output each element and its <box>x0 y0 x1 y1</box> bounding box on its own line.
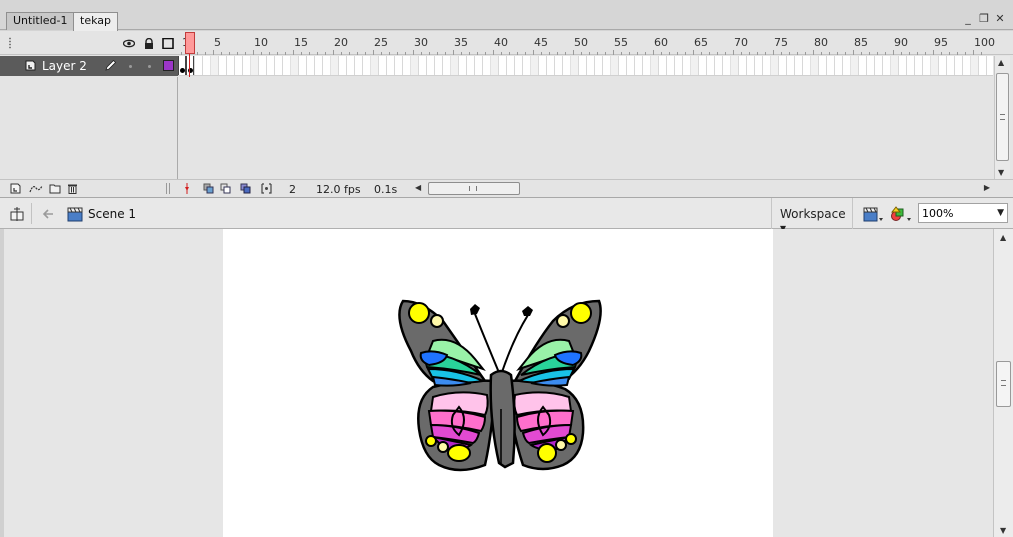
right-antenna-tip <box>522 306 533 316</box>
ruler-label-10: 10 <box>254 36 268 49</box>
scene-label[interactable]: Scene 1 <box>88 207 136 221</box>
divider-grip[interactable] <box>166 183 170 194</box>
ruler-label-40: 40 <box>494 36 508 49</box>
ruler-label-20: 20 <box>334 36 348 49</box>
elapsed-time-readout: 0.1s <box>374 183 398 196</box>
ruler-label-85: 85 <box>854 36 868 49</box>
layer-frames[interactable] <box>178 56 993 76</box>
edit-bar: Scene 1 Workspace ▾ ▼ <box>0 197 1013 235</box>
edit-scene-icon[interactable] <box>863 206 885 222</box>
stage-vertical-scrollbar[interactable]: ▲ ▼ <box>993 229 1013 537</box>
work-area <box>4 229 993 537</box>
ruler-label-70: 70 <box>734 36 748 49</box>
current-frame-readout: 2 <box>289 183 296 196</box>
ruler-label-15: 15 <box>294 36 308 49</box>
edit-multiple-frames-icon[interactable] <box>240 183 251 194</box>
scroll-down-icon[interactable]: ▼ <box>1000 526 1006 535</box>
edit-symbols-icon[interactable] <box>890 206 914 222</box>
layer-outline-color-swatch[interactable] <box>163 60 174 71</box>
playhead-handle[interactable] <box>185 32 195 54</box>
pencil-icon <box>105 59 117 71</box>
ruler-label-80: 80 <box>814 36 828 49</box>
left-antenna-tip <box>470 304 480 315</box>
butterfly-artwork[interactable] <box>223 229 773 537</box>
ruler-label-25: 25 <box>374 36 388 49</box>
timeline-footer: 2 12.0 fps 0.1s ◀ ▶ <box>0 179 1013 197</box>
timeline-header: 1510152025303540455055606570758085909510… <box>0 31 1013 55</box>
ruler-label-60: 60 <box>654 36 668 49</box>
timeline-horizontal-scrollbar[interactable]: ◀ ▶ <box>414 182 992 196</box>
outline-icon[interactable] <box>162 38 174 49</box>
h-scroll-thumb[interactable] <box>428 182 520 195</box>
scroll-left-icon[interactable]: ◀ <box>415 183 421 192</box>
ruler-label-30: 30 <box>414 36 428 49</box>
motion-guide-icon[interactable] <box>29 183 43 194</box>
timeline-vertical-scrollbar[interactable]: ▲ ▼ <box>994 56 1010 179</box>
chevron-down-icon[interactable]: ▼ <box>997 208 1004 218</box>
layers-list-empty <box>0 77 178 179</box>
layer-name[interactable]: Layer 2 <box>42 59 87 73</box>
eye-icon[interactable] <box>123 38 135 49</box>
ruler-label-5: 5 <box>214 36 221 49</box>
lock-dot[interactable] <box>148 65 151 68</box>
ruler-label-35: 35 <box>454 36 468 49</box>
layer-page-icon <box>25 60 36 71</box>
window-controls: _ ❐ ✕ <box>963 12 1005 25</box>
back-arrow-icon[interactable] <box>40 206 56 222</box>
visibility-dot[interactable] <box>129 65 132 68</box>
keyframe-1[interactable] <box>178 56 186 75</box>
scroll-up-icon[interactable]: ▲ <box>1000 233 1006 242</box>
ruler-label-45: 45 <box>534 36 548 49</box>
frames-grid-empty <box>179 77 993 179</box>
new-layer-icon[interactable] <box>10 183 21 194</box>
scroll-up-icon[interactable]: ▲ <box>998 58 1004 67</box>
doc-tab-untitled-1[interactable]: Untitled-1 <box>6 12 75 30</box>
ruler-label-50: 50 <box>574 36 588 49</box>
right-lower-spot-large <box>537 443 557 463</box>
ruler-label-100: 100 <box>974 36 995 49</box>
ruler-label-65: 65 <box>694 36 708 49</box>
ruler-label-75: 75 <box>774 36 788 49</box>
timeline-toggle-icon[interactable] <box>9 206 25 222</box>
timeline-panel: 1510152025303540455055606570758085909510… <box>0 31 1013 197</box>
scroll-thumb[interactable] <box>996 73 1009 161</box>
frame-ruler[interactable]: 1510152025303540455055606570758085909510… <box>178 31 995 55</box>
left-upper-spot-large <box>408 302 430 324</box>
ruler-label-90: 90 <box>894 36 908 49</box>
right-upper-spot-large <box>570 302 592 324</box>
ruler-label-95: 95 <box>934 36 948 49</box>
scroll-right-icon[interactable]: ▶ <box>984 183 990 192</box>
keyframe-2[interactable] <box>186 56 194 75</box>
stage-scroll-thumb[interactable] <box>996 361 1011 407</box>
butterfly-body <box>489 369 516 469</box>
layer-row-layer-2[interactable]: Layer 2 <box>0 56 178 76</box>
zoom-combobox[interactable]: ▼ <box>918 203 1008 223</box>
doc-tab-tekap[interactable]: tekap <box>73 12 118 31</box>
frame-rate-readout: 12.0 fps <box>316 183 361 196</box>
modify-onion-markers-icon[interactable] <box>261 183 272 194</box>
document-tab-bar: Untitled-1 tekap _ ❐ ✕ <box>0 0 1013 31</box>
scroll-down-icon[interactable]: ▼ <box>998 168 1004 177</box>
lock-icon[interactable] <box>143 38 155 49</box>
onion-skin-icon[interactable] <box>203 183 214 194</box>
restore-icon[interactable]: ❐ <box>979 12 989 25</box>
panel-grip[interactable] <box>8 37 12 49</box>
minimize-icon[interactable]: _ <box>963 12 973 25</box>
workspace-menu[interactable]: Workspace ▾ <box>771 198 853 235</box>
onion-skin-outlines-icon[interactable] <box>220 183 231 194</box>
scene-clapper-icon <box>67 207 83 222</box>
center-frame-icon[interactable] <box>183 183 191 194</box>
stage-canvas[interactable] <box>223 229 773 537</box>
ruler-label-55: 55 <box>614 36 628 49</box>
trash-icon[interactable] <box>67 183 78 194</box>
close-icon[interactable]: ✕ <box>995 12 1005 25</box>
left-lower-spot-large <box>447 444 471 462</box>
zoom-input[interactable] <box>922 206 990 220</box>
new-folder-icon[interactable] <box>49 183 61 194</box>
